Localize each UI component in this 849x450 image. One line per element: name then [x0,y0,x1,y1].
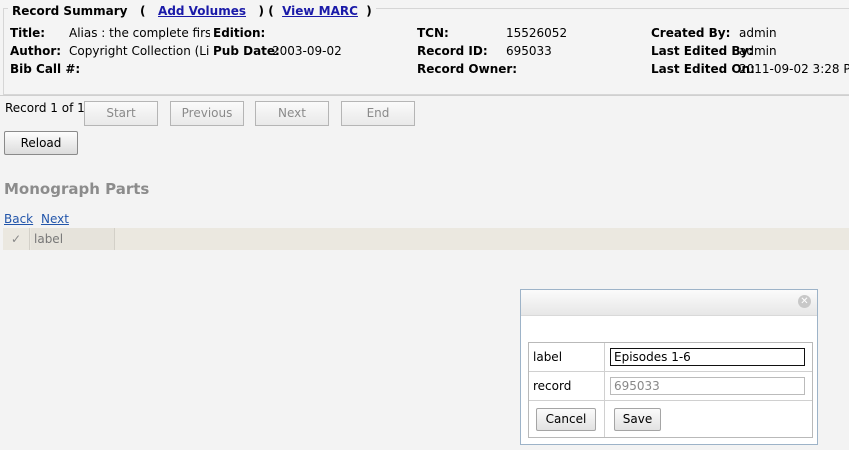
title-value: Alias : the complete first se [69,26,210,40]
last-edited-on-value: 2011-09-02 3:28 PM [739,62,849,76]
dialog-form-table: label record Cancel Save [528,342,813,438]
record-count: Record 1 of 1 [5,101,85,115]
bib-call-label: Bib Call #: [10,62,81,76]
tcn-label: TCN: [417,26,449,40]
edition-label: Edition: [213,26,266,40]
view-marc-link[interactable]: View MARC [282,4,358,18]
author-value: Copyright Collection (Libr [69,44,210,58]
record-field-label: record [529,372,605,400]
label-field-label: label [529,343,605,371]
grid-pager: Back Next [4,212,73,226]
last-edited-by-value: admin [739,44,777,58]
label-field-row: label [529,343,812,372]
start-button[interactable]: Start [84,101,158,126]
column-header-label[interactable]: label [31,228,115,250]
last-edited-by-label: Last Edited By: [651,44,754,58]
reload-button[interactable]: Reload [4,131,78,155]
record-field-row: record [529,372,812,401]
grid-header-row: ✓ label [3,228,849,250]
end-button[interactable]: End [341,101,415,126]
record-id-label: Record ID: [417,44,488,58]
created-by-label: Created By: [651,26,731,40]
label-input[interactable] [610,348,805,366]
close-icon[interactable]: ✕ [798,295,811,308]
cancel-button[interactable]: Cancel [536,408,596,431]
next-button[interactable]: Next [255,101,329,126]
add-volumes-link[interactable]: Add Volumes [158,4,246,18]
previous-button[interactable]: Previous [170,101,244,126]
record-owner-label: Record Owner: [417,62,518,76]
open-paren: ( [140,4,146,18]
record-input[interactable] [610,377,805,395]
author-label: Author: [10,44,62,58]
pub-date-value: 2003-09-02 [272,44,342,58]
record-id-value: 695033 [506,44,552,58]
record-summary-panel: Record Summary ( Add Volumes ) ( View MA… [0,0,849,96]
separator: ) ( [258,4,274,18]
title-label: Title: [10,26,46,40]
select-all-checkmark-icon[interactable]: ✓ [3,228,30,250]
cancel-cell: Cancel [529,401,605,437]
dialog-titlebar: ✕ [521,290,817,316]
close-paren: ) [366,4,372,18]
next-link[interactable]: Next [41,212,69,226]
edit-part-dialog: ✕ label record Cancel Save [520,289,818,445]
dialog-actions-row: Cancel Save [529,401,812,437]
created-by-value: admin [739,26,777,40]
tcn-value: 15526052 [506,26,568,40]
record-summary-title: Record Summary [12,4,128,18]
record-summary-legend: Record Summary ( Add Volumes ) ( View MA… [8,4,376,18]
save-button[interactable]: Save [614,408,661,431]
pub-date-label: Pub Date: [213,44,280,58]
monograph-parts-heading: Monograph Parts [4,180,150,198]
back-link[interactable]: Back [4,212,33,226]
